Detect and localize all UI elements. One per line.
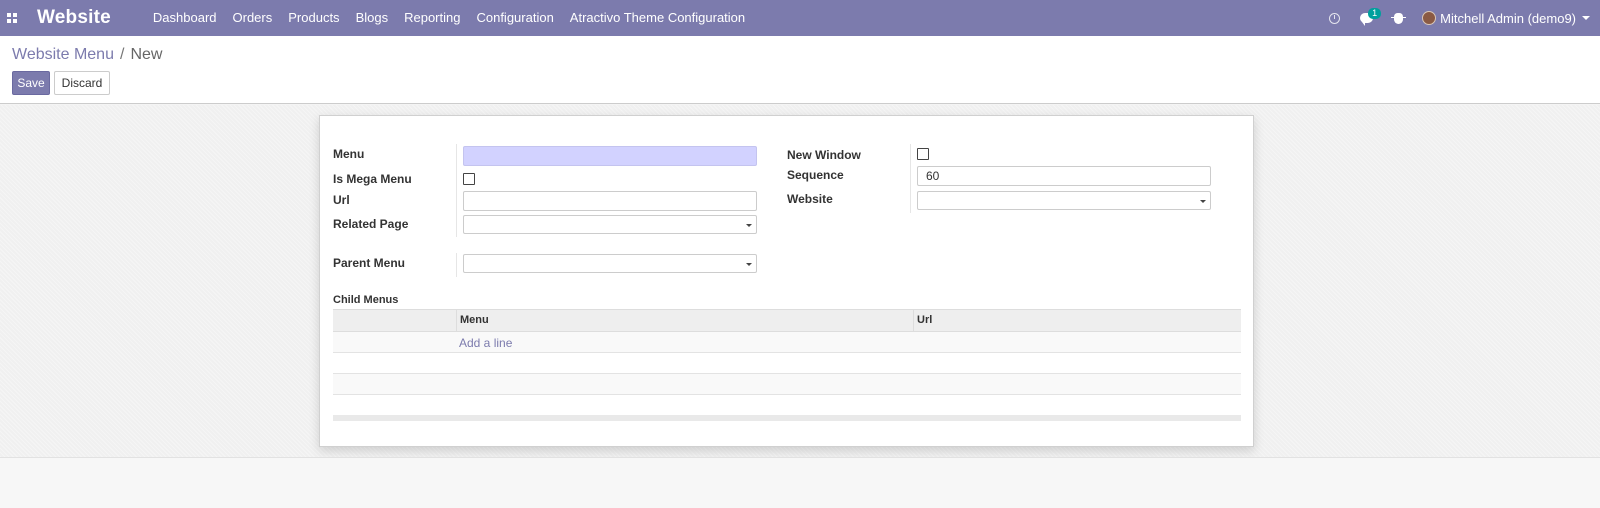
parent-group-divider: [456, 253, 457, 277]
table-row: [333, 353, 1241, 374]
parent-menu-label: Parent Menu: [333, 256, 406, 270]
left-group-divider: [456, 144, 457, 237]
menu-input[interactable]: [463, 146, 757, 166]
apps-icon[interactable]: [0, 0, 24, 36]
footer-area: [0, 457, 1600, 508]
messaging-button[interactable]: 1: [1350, 0, 1382, 36]
table-row: Add a line: [333, 332, 1241, 353]
menu-products[interactable]: Products: [280, 0, 347, 36]
header-separator: [913, 310, 914, 331]
menu-configuration[interactable]: Configuration: [468, 0, 561, 36]
table-footer: [333, 415, 1241, 421]
sequence-input[interactable]: 60: [917, 166, 1211, 186]
menu-reporting[interactable]: Reporting: [396, 0, 468, 36]
related-page-select[interactable]: [463, 215, 757, 234]
child-menus-title: Child Menus: [333, 294, 399, 306]
main-menu: Dashboard Orders Products Blogs Reportin…: [145, 0, 753, 36]
menu-blogs[interactable]: Blogs: [348, 0, 397, 36]
menu-dashboard[interactable]: Dashboard: [145, 0, 225, 36]
breadcrumb-current: New: [130, 46, 163, 63]
user-name: Mitchell Admin (demo9): [1440, 10, 1576, 26]
breadcrumb-parent[interactable]: Website Menu: [12, 46, 114, 64]
message-count-badge: 1: [1368, 8, 1382, 19]
is-mega-menu-label: Is Mega Menu: [333, 172, 412, 186]
save-button[interactable]: Save: [12, 71, 50, 95]
new-window-checkbox[interactable]: [917, 148, 929, 160]
url-label: Url: [333, 193, 350, 207]
is-mega-menu-checkbox[interactable]: [463, 173, 475, 185]
related-page-label: Related Page: [333, 217, 409, 231]
table-row: [333, 374, 1241, 395]
form-sheet: Menu Is Mega Menu Url Related Page Paren…: [319, 115, 1254, 447]
activity-button[interactable]: [1318, 0, 1350, 36]
menu-label: Menu: [333, 147, 365, 161]
add-line-link[interactable]: Add a line: [459, 336, 512, 350]
bug-icon: [1390, 12, 1406, 24]
website-label: Website: [787, 192, 833, 206]
caret-down-icon: [1582, 16, 1590, 20]
control-panel: Website Menu / New Save Discard: [0, 36, 1600, 104]
right-group-divider: [910, 144, 911, 213]
menu-theme-configuration[interactable]: Atractivo Theme Configuration: [562, 0, 753, 36]
clock-icon: [1328, 12, 1340, 24]
breadcrumb: Website Menu / New: [12, 46, 162, 64]
column-menu[interactable]: Menu: [460, 314, 489, 326]
breadcrumb-separator: /: [119, 46, 125, 63]
header-separator: [456, 310, 457, 331]
parent-menu-select[interactable]: [463, 254, 757, 273]
debug-button[interactable]: [1382, 0, 1414, 36]
website-select[interactable]: [917, 191, 1211, 210]
new-window-label: New Window: [787, 148, 861, 162]
sequence-label: Sequence: [787, 168, 844, 182]
avatar: [1422, 11, 1437, 25]
form-view: Menu Is Mega Menu Url Related Page Paren…: [0, 105, 1600, 457]
discard-button[interactable]: Discard: [54, 71, 110, 95]
url-input[interactable]: [463, 191, 757, 211]
menu-orders[interactable]: Orders: [225, 0, 281, 36]
column-url[interactable]: Url: [917, 314, 932, 326]
app-brand[interactable]: Website: [37, 7, 111, 29]
table-header: Menu Url: [333, 309, 1241, 332]
top-navbar: Website Dashboard Orders Products Blogs …: [0, 0, 1600, 36]
child-menus-table: Menu Url Add a line: [333, 309, 1241, 421]
systray: 1 Mitchell Admin (demo9): [1318, 0, 1600, 36]
user-menu[interactable]: Mitchell Admin (demo9): [1422, 11, 1590, 26]
